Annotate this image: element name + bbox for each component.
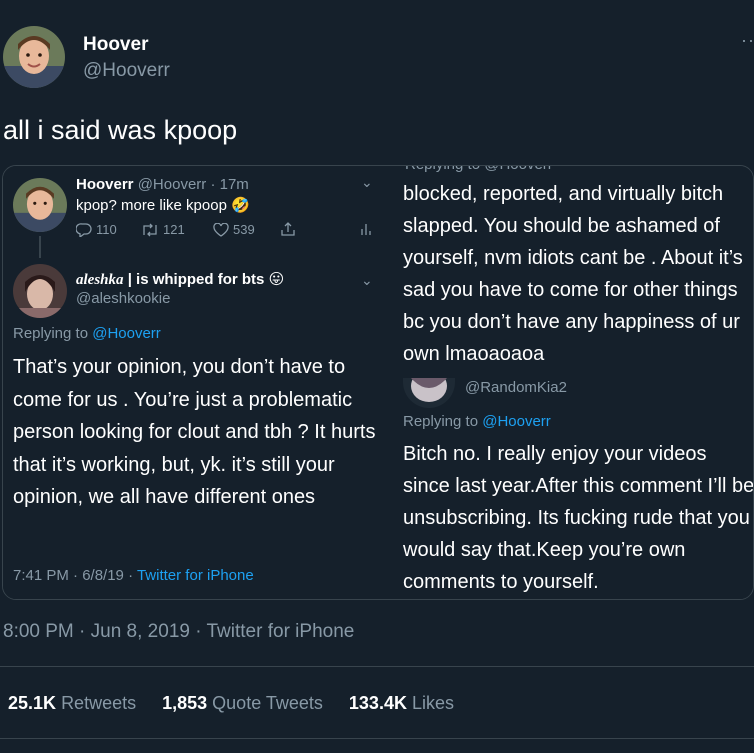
tweet-media-image[interactable]: Hooverr @Hooverr · 17m kpop? more like k… <box>2 165 754 600</box>
tongue-emoji: 😛 <box>268 271 285 288</box>
quoted-text: kpop? more like kpoop <box>76 197 227 214</box>
screenshot-right-panel: Replying to @Hooverr blocked, reported, … <box>391 166 754 599</box>
reply-action: 110 <box>76 222 117 237</box>
retweets-stat[interactable]: 25.1K Retweets <box>8 693 136 714</box>
more-dots-icon[interactable]: ·· <box>741 30 754 51</box>
divider <box>0 738 754 739</box>
thread-line <box>39 236 41 258</box>
reply-count: 110 <box>96 222 117 237</box>
heart-icon <box>213 222 229 237</box>
reply-handle: @aleshkookie <box>76 290 171 307</box>
right-replying-handle: @Hooverr <box>482 413 551 430</box>
tweet-stats: 25.1K Retweets 1,853 Quote Tweets 133.4K… <box>8 693 454 714</box>
quoted-tweet-header: Hooverr @Hooverr · 17m <box>76 176 249 193</box>
quoted-tweet-actions: 110 121 539 <box>76 222 376 242</box>
right-body-2: Bitch no. I really enjoy your videos sin… <box>403 443 754 593</box>
retweets-label: Retweets <box>61 693 137 713</box>
quoted-handle-time: @Hooverr · 17m <box>137 176 249 193</box>
share-action <box>280 222 296 236</box>
right-replying-to: Replying to @Hooverr <box>403 413 551 430</box>
cut-off-reply-text: Replying to @Hooverr <box>405 166 553 173</box>
reply-meta: 7:41 PM · 6/8/19 · Twitter for iPhone <box>13 567 254 584</box>
display-name[interactable]: Hoover <box>83 34 148 56</box>
reply-author-name: aleshka <box>76 272 124 288</box>
reply-author-suffix: | is whipped for bts <box>127 271 265 288</box>
chevron-down-icon: ⌄ <box>361 174 373 190</box>
reply-author: aleshka | is whipped for bts 😛 <box>76 270 284 289</box>
quoted-tweet-text: kpop? more like kpoop 🤣 <box>76 196 250 214</box>
reply-body: That’s your opinion, you don’t have to c… <box>13 356 376 508</box>
randomkia-avatar <box>403 378 455 408</box>
likes-stat[interactable]: 133.4K Likes <box>349 693 454 714</box>
screenshot-left-panel: Hooverr @Hooverr · 17m kpop? more like k… <box>3 166 391 599</box>
laughing-emoji: 🤣 <box>231 197 250 214</box>
likes-label: Likes <box>411 693 454 713</box>
reply-icon <box>76 222 92 237</box>
chevron-down-icon: ⌄ <box>361 272 373 288</box>
tweet-time-date[interactable]: 8:00 PM · Jun 8, 2019 · <box>3 621 207 642</box>
reply-time-date: 7:41 PM · 6/8/19 · <box>13 567 137 584</box>
retweet-count: 121 <box>163 222 185 237</box>
analytics-icon <box>359 222 373 236</box>
share-icon <box>281 222 295 236</box>
right-body-1: blocked, reported, and virtually bitch s… <box>403 183 743 365</box>
likes-count: 133.4K <box>348 693 407 713</box>
quotes-count: 1,853 <box>162 693 208 713</box>
retweet-action: 121 <box>141 222 185 237</box>
like-count: 539 <box>233 222 255 237</box>
like-action: 539 <box>213 222 255 237</box>
replying-prefix: Replying to <box>13 325 89 342</box>
reply-avatar <box>13 264 67 318</box>
retweets-count: 25.1K <box>8 693 57 713</box>
user-handle[interactable]: @Hooverr <box>83 60 170 82</box>
replying-to: Replying to @Hooverr <box>13 325 161 342</box>
replying-handle: @Hooverr <box>92 325 161 342</box>
quoted-name: Hooverr <box>76 176 134 193</box>
quoted-avatar <box>13 178 67 232</box>
divider <box>0 666 754 667</box>
tweet-meta: 8:00 PM · Jun 8, 2019 · Twitter for iPho… <box>3 621 354 643</box>
tweet-text: all i said was kpoop <box>3 115 238 145</box>
right-replying-prefix: Replying to <box>403 413 479 430</box>
tweet-client[interactable]: Twitter for iPhone <box>207 621 355 642</box>
right-handle: @RandomKia2 <box>465 379 567 396</box>
retweet-icon <box>143 223 157 236</box>
reply-client: Twitter for iPhone <box>136 567 254 584</box>
quotes-label: Quote Tweets <box>212 693 323 713</box>
profile-avatar[interactable] <box>3 26 65 88</box>
quote-tweets-stat[interactable]: 1,853 Quote Tweets <box>162 693 323 714</box>
